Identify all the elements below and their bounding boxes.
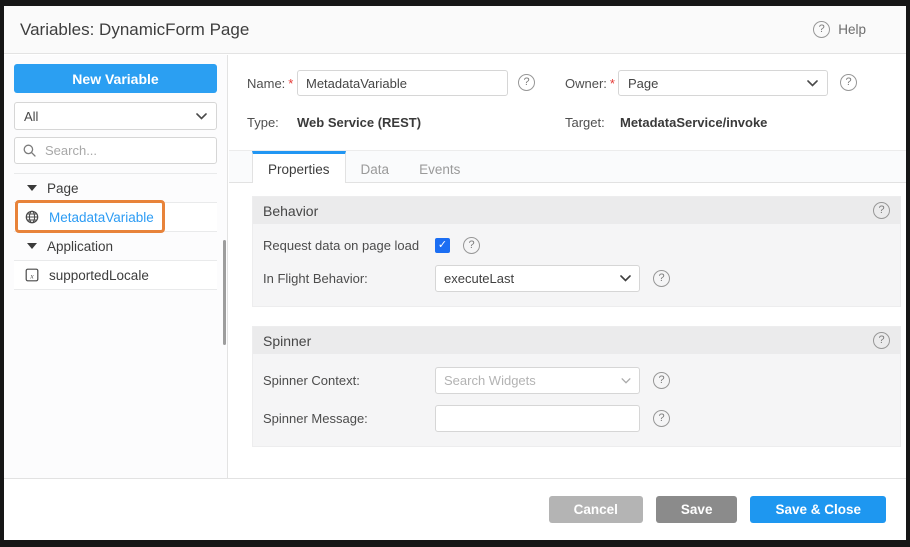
request-data-checkbox[interactable]: ✓ [435,238,450,253]
tree-group-label: Application [47,239,113,254]
type-value: Web Service (REST) [297,115,421,130]
behavior-section-header: Behavior ? [253,197,900,224]
new-variable-button[interactable]: New Variable [14,64,217,93]
request-data-row: Request data on page load ✓ ? [263,237,890,254]
page-title: Variables: DynamicForm Page [20,20,249,40]
spinner-help-icon[interactable]: ? [873,332,890,349]
variables-dialog: Variables: DynamicForm Page ? Help New V… [0,0,910,547]
help-link[interactable]: ? Help [813,6,866,53]
spinner-message-label: Spinner Message: [263,411,435,426]
spinner-section-body: Spinner Context: Search Widgets ? Spinne… [253,354,900,446]
collapse-triangle-icon [27,243,37,249]
search-icon [23,144,36,157]
in-flight-label: In Flight Behavior: [263,271,435,286]
required-asterisk: * [288,76,293,91]
variables-tree: Page MetadataVariable Application [14,173,217,290]
type-label: Type: [247,115,279,130]
filter-selected-value: All [24,109,38,124]
request-data-help-icon[interactable]: ? [463,237,480,254]
variable-search-input[interactable] [43,142,208,159]
save-and-close-button[interactable]: Save & Close [750,496,886,523]
behavior-section-body: Request data on page load ✓ ? In Flight … [253,224,900,306]
help-question-icon: ? [813,21,830,38]
editor-tabs: Properties Data Events [229,150,906,183]
chevron-down-icon [196,113,207,120]
behavior-help-icon[interactable]: ? [873,202,890,219]
behavior-section: Behavior ? Request data on page load ✓ ?… [252,196,901,307]
spinner-context-select[interactable]: Search Widgets [435,367,640,394]
owner-help-icon[interactable]: ? [840,74,857,91]
in-flight-help-icon[interactable]: ? [653,270,670,287]
properties-tab-content: Behavior ? Request data on page load ✓ ?… [229,183,906,478]
variable-search-box[interactable] [14,137,217,164]
owner-select[interactable]: Page [618,70,828,96]
tab-events[interactable]: Events [404,151,475,184]
collapse-triangle-icon [27,185,37,191]
tree-group-label: Page [47,181,79,196]
tree-group-page[interactable]: Page [14,174,217,203]
name-input[interactable] [297,70,508,96]
tree-item-label: MetadataVariable [49,210,154,225]
tree-group-application[interactable]: Application [14,232,217,261]
variable-editor-panel: Name:* ? Owner:* Page ? Type: Web Servic… [229,54,906,478]
target-label: Target: [565,115,605,130]
name-help-icon[interactable]: ? [518,74,535,91]
variable-filter-select[interactable]: All [14,102,217,130]
in-flight-select[interactable]: executeLast [435,265,640,292]
save-button[interactable]: Save [656,496,738,523]
spinner-section-header: Spinner ? [253,327,900,354]
owner-label: Owner:* [565,76,615,91]
spinner-context-help-icon[interactable]: ? [653,372,670,389]
spinner-section-title: Spinner [263,333,311,349]
behavior-section-title: Behavior [263,203,318,219]
chevron-down-icon [620,275,631,282]
dialog-footer: Cancel Save Save & Close [4,478,906,540]
spinner-message-help-icon[interactable]: ? [653,410,670,427]
required-asterisk: * [610,76,615,91]
variable-summary-form: Name:* ? Owner:* Page ? Type: Web Servic… [229,54,906,150]
in-flight-row: In Flight Behavior: executeLast ? [263,265,890,292]
request-data-label: Request data on page load [263,238,435,253]
tab-data[interactable]: Data [346,151,405,184]
model-variable-icon: x [25,268,39,282]
tab-properties[interactable]: Properties [252,151,346,184]
target-value: MetadataService/invoke [620,115,767,130]
cancel-button[interactable]: Cancel [549,496,643,523]
dialog-header: Variables: DynamicForm Page ? Help [4,6,906,54]
web-service-globe-icon [25,210,39,224]
owner-selected-value: Page [628,76,658,91]
variables-sidebar: New Variable All Page [4,55,228,478]
in-flight-selected-value: executeLast [444,271,514,286]
tree-item-label: supportedLocale [49,268,149,283]
sidebar-controls: New Variable All Page [4,55,227,290]
chevron-down-icon [621,378,631,384]
spinner-message-row: Spinner Message: ? [263,405,890,432]
name-label: Name:* [247,76,293,91]
spinner-context-row: Spinner Context: Search Widgets ? [263,367,890,394]
chevron-down-icon [807,80,818,87]
spinner-message-input[interactable] [435,405,640,432]
svg-text:x: x [29,272,34,281]
spinner-section: Spinner ? Spinner Context: Search Widget… [252,326,901,447]
help-label: Help [838,22,866,37]
spinner-context-label: Spinner Context: [263,373,435,388]
tree-item-metadatavariable[interactable]: MetadataVariable [14,203,217,232]
spinner-context-placeholder: Search Widgets [444,373,536,388]
sidebar-scrollbar-thumb[interactable] [223,240,226,345]
tree-item-supportedlocale[interactable]: x supportedLocale [14,261,217,290]
